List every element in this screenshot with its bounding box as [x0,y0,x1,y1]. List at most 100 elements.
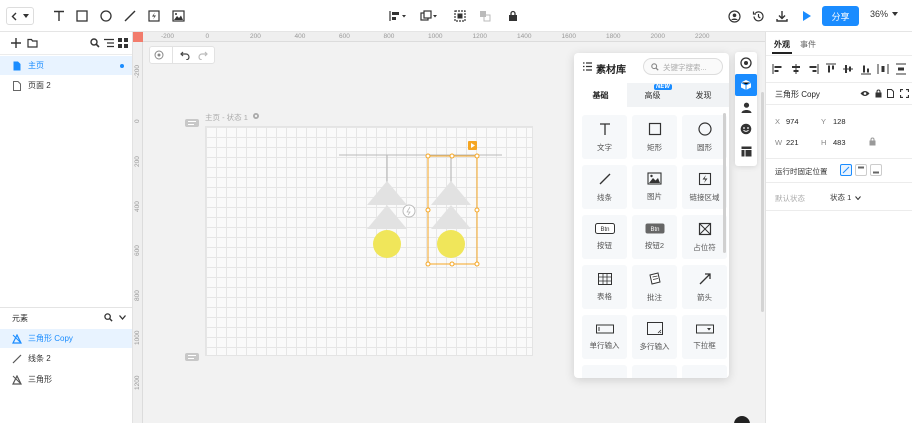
search-icon[interactable] [104,313,113,322]
y-field[interactable]: 128 [833,117,846,126]
canvas-scrollbar[interactable] [761,92,764,312]
visibility-icon[interactable] [860,90,870,97]
page-item-home[interactable]: 主页 [0,56,132,75]
fixed-none-option[interactable] [840,164,852,176]
tab-events[interactable]: 事件 [800,39,816,50]
library-item-text[interactable]: 文字 [582,115,627,159]
lock-icon[interactable] [505,8,521,24]
hotspot-tool-icon[interactable] [146,8,162,24]
library-item-circle[interactable]: 圆形 [682,115,727,159]
target-tab[interactable] [735,52,757,74]
library-item-placeholder[interactable]: 占位符 [682,215,727,259]
library-item-partial[interactable] [582,365,627,378]
align-right-icon[interactable] [807,63,819,75]
ruler-tick-label: -200 [161,33,175,40]
target-icon [740,57,752,69]
state-label[interactable]: 主页 - 状态 1 [205,112,248,123]
library-item-single-input[interactable]: 单行输入 [582,315,627,359]
zoom-control[interactable]: 36% [870,9,899,19]
page-icon[interactable] [887,89,894,98]
share-button[interactable]: 分享 [822,6,859,26]
text-tool-icon[interactable] [51,8,67,24]
library-item-hotspot[interactable]: 链接区域 [682,165,727,209]
library-item-line[interactable]: 线条 [582,165,627,209]
artboard[interactable] [205,126,533,356]
h-field[interactable]: 483 [833,138,846,147]
tab-discover[interactable]: 发现 [678,83,729,107]
element-item-triangle-copy[interactable]: 三角形 Copy [0,329,132,348]
tab-basic[interactable]: 基础 [574,83,627,107]
align-middle-icon[interactable] [842,63,854,75]
user-tab[interactable] [735,96,757,118]
tab-appearance[interactable]: 外观 [774,39,790,50]
library-item-label: 链接区域 [689,192,720,202]
canvas-area[interactable]: -200 0 200 400 600 800 1000 1200 1400 1600 1800 200… [133,32,765,423]
circle-tool-icon[interactable] [98,8,114,24]
grid-view-icon[interactable] [118,38,128,48]
state-tag-icon[interactable] [185,119,199,127]
library-item-multi-input[interactable]: 多行输入 [632,315,677,359]
page-item-page2[interactable]: 页面 2 [0,76,132,95]
arrange-icon[interactable] [418,8,440,24]
ungroup-icon[interactable] [477,8,493,24]
button2-icon: Btn [645,223,665,234]
library-item-button[interactable]: Btn 按钮 [582,215,627,259]
add-page-icon[interactable] [11,38,21,48]
add-folder-icon[interactable] [27,38,38,48]
emoji-icon [740,123,752,135]
state-select[interactable]: 状态 1 [830,192,862,203]
search-icon[interactable] [90,38,100,48]
redo-icon[interactable] [198,50,208,60]
download-icon[interactable] [774,8,790,24]
back-icon[interactable] [6,7,34,25]
aspect-lock-icon[interactable] [869,137,876,146]
library-item-rectangle[interactable]: 矩形 [632,115,677,159]
align-top-icon[interactable] [825,63,837,75]
align-left-icon[interactable] [772,63,784,75]
target-icon[interactable] [154,50,164,60]
library-item-image[interactable]: 图片 [632,165,677,209]
fixed-bottom-option[interactable] [870,164,882,176]
preview-play-icon[interactable] [798,8,814,24]
align-icon[interactable] [387,8,409,24]
element-name[interactable]: 三角形 Copy [775,89,820,100]
layout-tab[interactable] [735,140,757,162]
library-item-note[interactable]: 批注 [632,265,677,309]
distribute-v-icon[interactable] [895,63,907,75]
library-item-arrow[interactable]: 箭头 [682,265,727,309]
library-item-partial[interactable] [682,365,727,378]
library-item-dropdown[interactable]: 下拉框 [682,315,727,359]
group-icon[interactable] [452,8,468,24]
library-scrollbar[interactable] [723,113,726,253]
history-icon[interactable] [750,8,766,24]
distribute-h-icon[interactable] [877,63,889,75]
element-item-triangle[interactable]: 三角形 [0,370,132,389]
help-button[interactable] [734,416,750,423]
line-tool-icon[interactable] [122,8,138,24]
align-center-h-icon[interactable] [790,63,802,75]
lock-icon[interactable] [875,89,882,98]
x-field[interactable]: 974 [786,117,799,126]
emoji-tab[interactable] [735,118,757,140]
align-bottom-icon[interactable] [860,63,872,75]
library-item-button2[interactable]: Btn 按钮2 [632,215,677,259]
list-icon[interactable] [583,62,592,71]
ruler-tick-label: 1200 [134,375,141,390]
state-tag-icon[interactable] [185,353,199,361]
rectangle-tool-icon[interactable] [74,8,90,24]
element-item-line-2[interactable]: 线条 2 [0,349,132,368]
undo-icon[interactable] [180,50,190,60]
tab-advanced[interactable]: 高级 NEW [627,83,678,107]
settings-icon[interactable] [252,112,260,120]
chevron-down-icon[interactable] [119,315,126,320]
fixed-top-option[interactable] [855,164,867,176]
components-tab[interactable] [735,74,757,96]
fullscreen-icon[interactable] [900,89,909,98]
list-view-icon[interactable] [104,38,114,48]
account-icon[interactable] [726,8,742,24]
image-tool-icon[interactable] [170,8,186,24]
library-item-table[interactable]: 表格 [582,265,627,309]
library-item-partial[interactable] [632,365,677,378]
library-search-field[interactable]: 关键字搜索... [643,58,723,75]
w-field[interactable]: 221 [786,138,799,147]
